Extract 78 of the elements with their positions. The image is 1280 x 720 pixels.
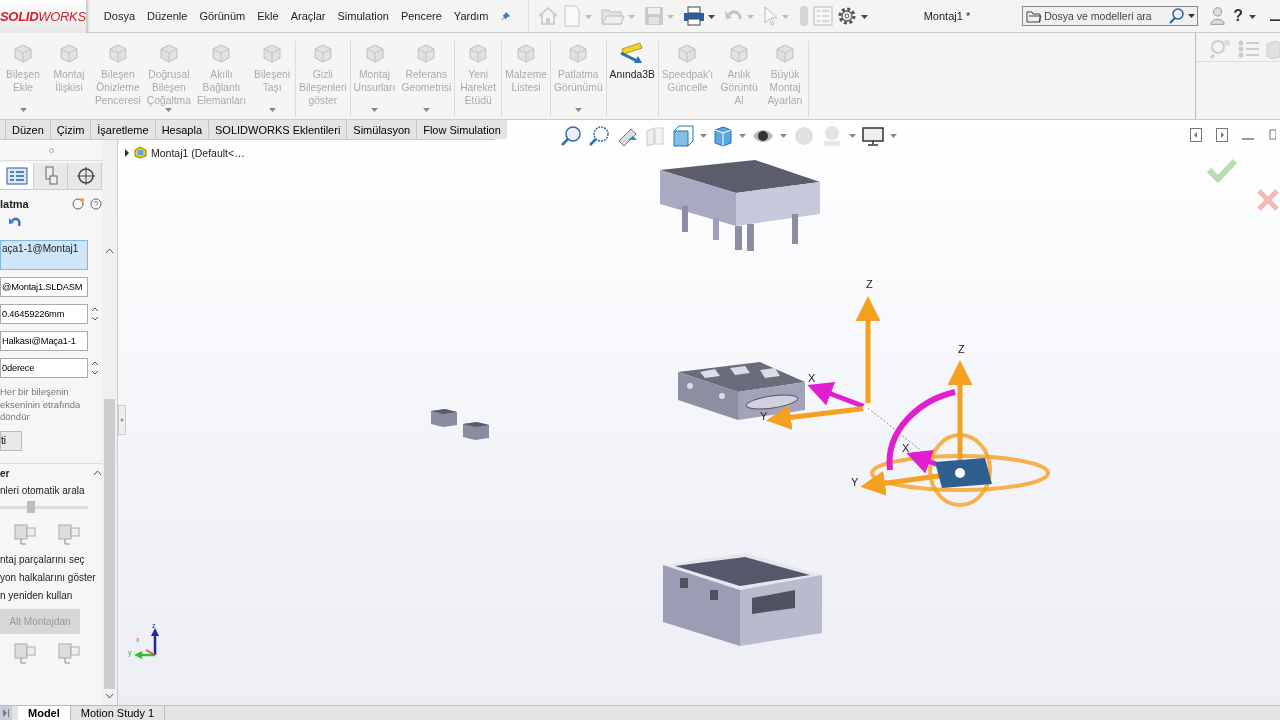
input-field[interactable]: @Montaj1.SLDASM	[0, 277, 88, 297]
option-label[interactable]: n yeniden kullan	[0, 589, 103, 601]
section-title: er	[0, 467, 11, 479]
scrollbar-thumb[interactable]	[104, 399, 116, 689]
part-drawing[interactable]	[678, 362, 805, 420]
zoom-area-icon[interactable]	[588, 125, 610, 147]
monitor-icon[interactable]	[862, 126, 884, 146]
option-label[interactable]: yon halkalarını göster	[0, 571, 103, 583]
caret-icon[interactable]	[707, 15, 715, 20]
axis-label: Z	[958, 343, 965, 355]
part-drawing[interactable]	[431, 409, 489, 440]
rotate-triad-drawing[interactable]	[860, 360, 1050, 507]
folder-icon	[1026, 10, 1043, 23]
menu-item[interactable]: Ekle	[257, 10, 279, 22]
search-icon[interactable]	[1169, 8, 1186, 24]
input-field[interactable]: Halkası@Maça1-1	[0, 331, 88, 351]
option-label: nleri otomatik arala	[0, 484, 86, 496]
zoom-fit-icon[interactable]	[560, 125, 582, 147]
undo-icon[interactable]	[8, 216, 22, 228]
slider-thumb[interactable]	[26, 500, 35, 513]
axis-label: X	[902, 442, 910, 454]
help-icon[interactable]	[72, 198, 85, 210]
spinner-icon[interactable]	[91, 359, 99, 377]
caret-icon[interactable]	[1249, 15, 1256, 20]
scroll-down-icon[interactable]	[105, 693, 115, 699]
printer-icon[interactable]	[682, 6, 705, 26]
option-label[interactable]: ntaj parçalarını seç	[0, 553, 103, 565]
axis-label: Y	[851, 476, 859, 488]
panel-left-icon[interactable]	[1190, 128, 1202, 142]
grip-icon[interactable]	[120, 418, 124, 422]
cursor-icon[interactable]	[762, 6, 779, 26]
scroll-up-icon[interactable]	[105, 248, 115, 254]
menu-item[interactable]: Dosya	[103, 10, 136, 22]
crosshair-icon[interactable]	[74, 166, 95, 186]
menu-item[interactable]: Araçlar	[290, 10, 326, 22]
panel-right-icon[interactable]	[1216, 128, 1228, 142]
axis-label: X	[808, 372, 816, 384]
expand-arrow-icon[interactable]	[124, 148, 130, 157]
help-button[interactable]: ?	[1233, 7, 1243, 25]
model-tab[interactable]: Model	[18, 706, 71, 720]
property-manager-icon[interactable]	[5, 167, 28, 185]
close-icon[interactable]	[1256, 188, 1280, 212]
ribbon-button[interactable]: Anında3B	[606, 41, 658, 117]
search-field[interactable]: Dosya ve modelleri ara	[1022, 6, 1199, 26]
axis-label: Z	[866, 278, 873, 290]
menu-item[interactable]: Görünüm	[199, 10, 246, 22]
check-icon[interactable]	[1207, 158, 1237, 182]
tree-item[interactable]: Montaj1 (Default<…	[151, 146, 245, 159]
app-logo: SOLIDWORKS	[0, 0, 87, 33]
menu-item[interactable]: Düzenle	[147, 10, 188, 22]
axis-triad-drawing	[134, 628, 159, 659]
panel-title: latma	[0, 198, 30, 210]
part-drawing[interactable]	[663, 553, 822, 646]
configuration-icon[interactable]	[42, 166, 59, 186]
input-field[interactable]: 0derece	[0, 358, 88, 378]
menu-item[interactable]: Simulation	[337, 10, 389, 22]
axis-label: Y	[760, 410, 768, 422]
menu-item[interactable]: Yardım	[453, 10, 489, 22]
pin-icon[interactable]	[500, 10, 510, 22]
menu-item[interactable]: Pencere	[400, 10, 442, 22]
tab-scroll-icon[interactable]	[0, 706, 12, 720]
move-triad-drawing[interactable]	[766, 296, 881, 430]
input-field[interactable]: 0.46459226mm	[0, 304, 88, 324]
part-drawing[interactable]	[660, 160, 820, 251]
assembly-icon	[134, 146, 147, 159]
command-tab[interactable]: Flow Simulation	[416, 120, 507, 139]
document-title: Montaj1 *	[923, 10, 971, 22]
hint-text: Her bir bileşenin ekseninin etrafında döndür	[0, 386, 82, 424]
action-button[interactable]: ti	[0, 430, 22, 451]
spinner-icon[interactable]	[91, 305, 99, 323]
user-icon[interactable]	[1210, 5, 1226, 27]
selection-list[interactable]: aça1-1@Montaj1	[0, 240, 88, 270]
caret-icon[interactable]	[1188, 14, 1196, 19]
handle-icon[interactable]	[48, 147, 54, 153]
restore-icon[interactable]	[1268, 128, 1276, 142]
collapse-icon[interactable]	[93, 470, 103, 476]
caret-icon[interactable]	[860, 15, 868, 20]
help-icon[interactable]	[90, 198, 103, 210]
